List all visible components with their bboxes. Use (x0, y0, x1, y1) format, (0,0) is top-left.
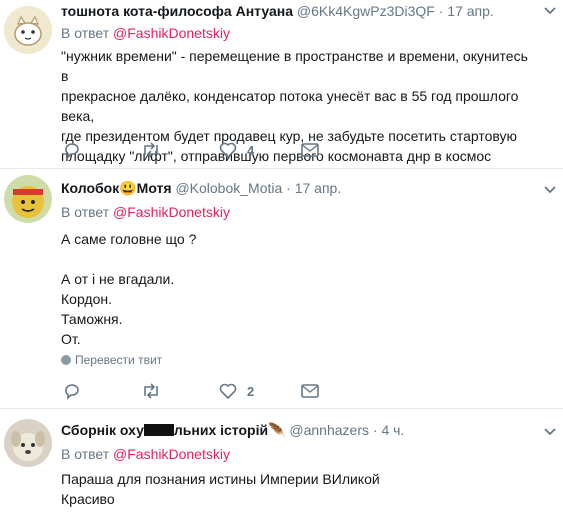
retweet-button[interactable] (141, 140, 161, 160)
heart-icon (219, 383, 237, 399)
tweet-actions: 2 (61, 381, 361, 401)
reply-mention-link[interactable]: @FashikDonetskiy (113, 25, 230, 41)
reply-context: В ответ @FashikDonetskiy (61, 203, 230, 221)
envelope-icon (301, 384, 319, 398)
cat-avatar-icon (4, 6, 52, 54)
like-button[interactable]: 2 (219, 381, 254, 401)
author-name-part: Мотя (136, 180, 172, 196)
retweet-button[interactable] (141, 381, 161, 401)
feather-emoji-icon: 🪶 (268, 422, 286, 438)
reply-mention-link[interactable]: @FashikDonetskiy (113, 446, 230, 462)
like-button[interactable]: 4 (219, 140, 254, 160)
author-name[interactable]: Колобок😃Мотя (61, 180, 175, 196)
kolobok-avatar-icon (4, 175, 52, 223)
separator-dot: · (438, 3, 444, 19)
reply-button[interactable] (63, 381, 81, 401)
chevron-down-icon[interactable] (543, 185, 557, 195)
reply-mention-link[interactable]: @FashikDonetskiy (113, 204, 230, 220)
reply-prefix: В ответ (61, 25, 110, 41)
chevron-down-icon[interactable] (543, 427, 557, 437)
author-name-part: льних історій (173, 422, 269, 438)
author-handle[interactable]: @annhazers (289, 422, 369, 438)
translate-label: Перевести твит (75, 353, 163, 367)
tweet-1[interactable]: тошнота кота-философа Антуана @6Kk4KgwPz… (0, 0, 563, 169)
tweet-text: А саме головне що ? А от і не вгадали. К… (61, 231, 197, 347)
censor-bar (143, 424, 174, 436)
reply-context: В ответ @FashikDonetskiy (61, 24, 230, 42)
like-count: 4 (247, 142, 255, 158)
tweet-3[interactable]: Сборнік оху льних історій🪶 @annhazers · 4… (0, 409, 563, 519)
timestamp[interactable]: 17 апр. (447, 3, 494, 19)
reply-button[interactable] (63, 140, 81, 160)
author-handle[interactable]: @Kolobok_Motia (175, 180, 282, 196)
separator-dot: · (286, 180, 291, 196)
author-name-part: Колобок (61, 180, 120, 196)
direct-message-button[interactable] (301, 381, 319, 401)
author-handle[interactable]: @6Kk4KgwPz3Di3QF (297, 3, 435, 19)
tweet-actions: 4 (61, 140, 361, 160)
heart-icon (219, 142, 237, 158)
timestamp[interactable]: 17 апр. (295, 180, 342, 196)
reply-context: В ответ @FashikDonetskiy (61, 445, 230, 463)
retweet-icon (144, 383, 158, 399)
timestamp[interactable]: 4 ч. (381, 422, 404, 438)
author-name[interactable]: Сборнік оху льних історій🪶 (61, 422, 289, 438)
tweet-text: Параша для познания истины Империи ВИлик… (61, 471, 380, 507)
separator-dot: · (372, 422, 378, 438)
avatar[interactable] (4, 6, 52, 54)
reply-prefix: В ответ (61, 204, 110, 220)
avatar[interactable] (4, 419, 52, 467)
reply-icon (65, 143, 79, 159)
author-name-part: Сборнік оху (61, 422, 144, 438)
translate-link[interactable]: Перевести твит (61, 352, 162, 368)
reply-prefix: В ответ (61, 446, 110, 462)
tweet-2[interactable]: Колобок😃Мотя @Kolobok_Motia · 17 апр. В … (0, 169, 563, 409)
smile-emoji-icon: 😃 (119, 180, 137, 196)
author-name[interactable]: тошнота кота-философа Антуана (61, 3, 293, 19)
chevron-down-icon[interactable] (543, 6, 557, 16)
like-count: 2 (247, 383, 255, 399)
avatar[interactable] (4, 175, 52, 223)
retweet-icon (144, 142, 158, 158)
globe-icon (61, 355, 71, 365)
reply-icon (65, 384, 79, 400)
envelope-icon (301, 143, 319, 157)
direct-message-button[interactable] (301, 140, 319, 160)
dog-avatar-icon (4, 419, 52, 467)
